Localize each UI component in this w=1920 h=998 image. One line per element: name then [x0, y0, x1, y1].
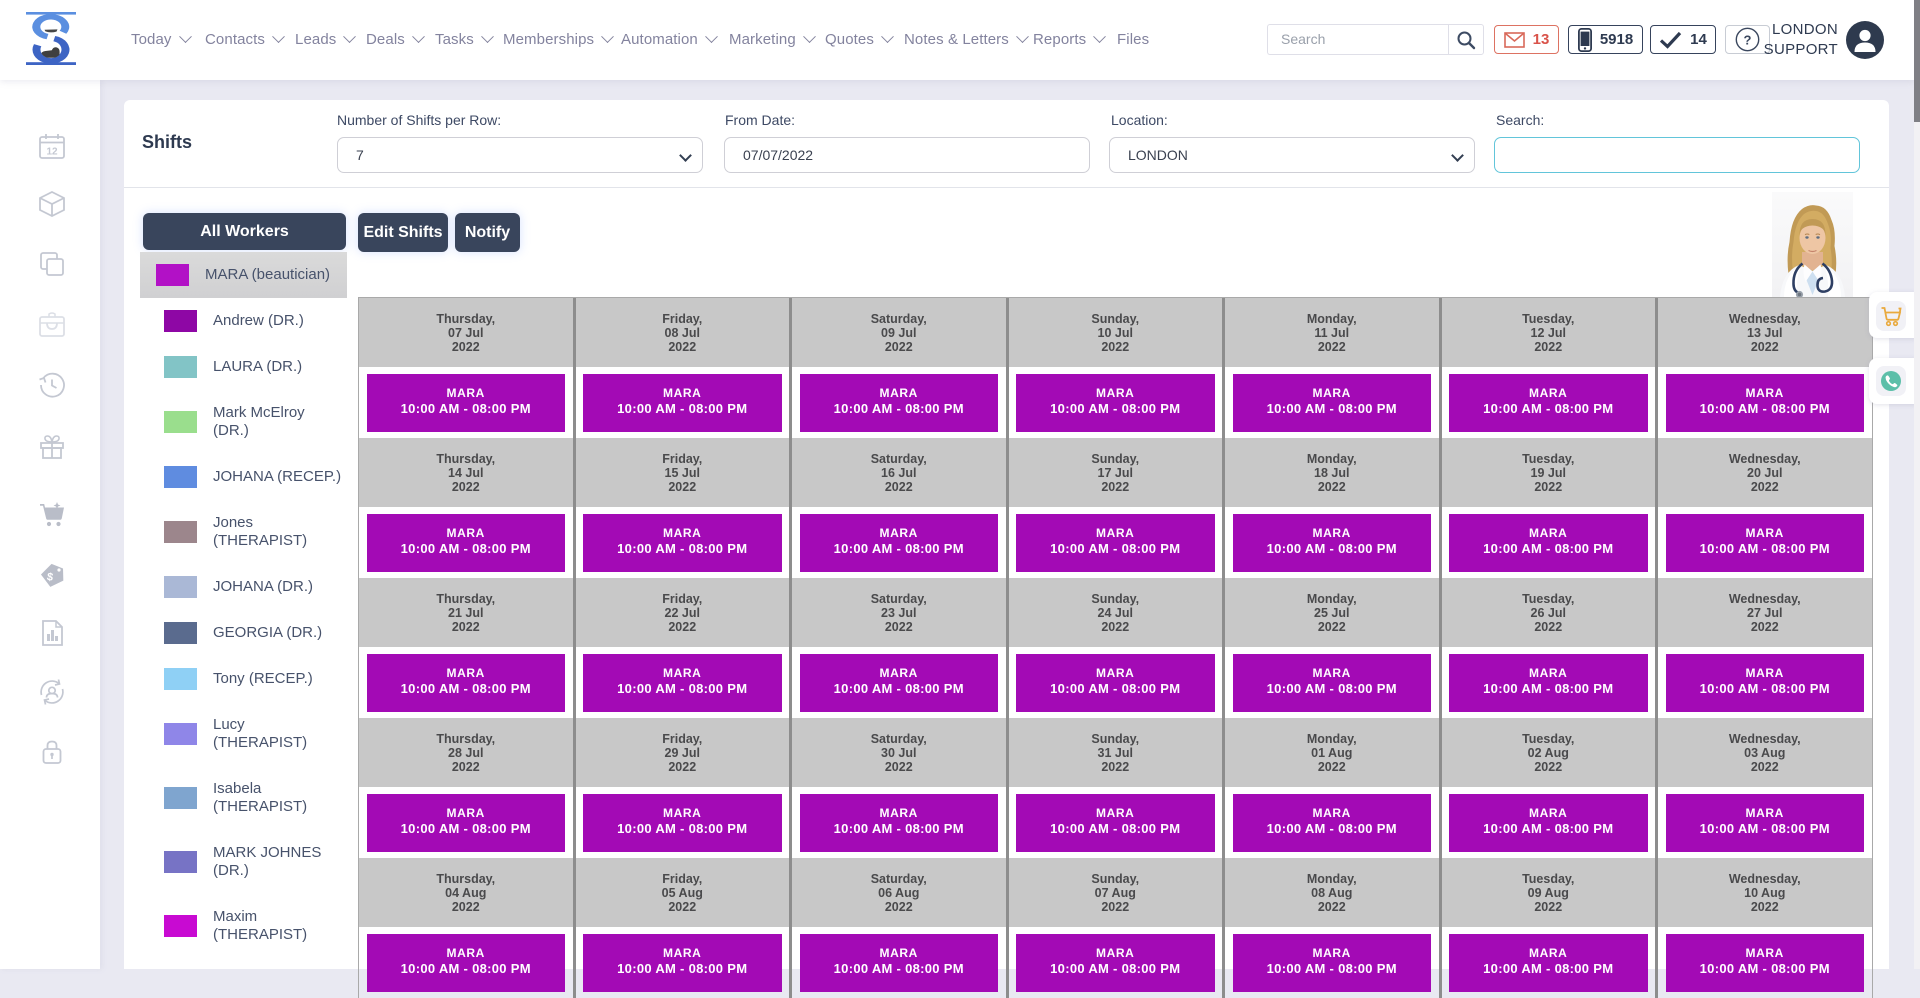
svg-text:12: 12 [46, 147, 58, 158]
